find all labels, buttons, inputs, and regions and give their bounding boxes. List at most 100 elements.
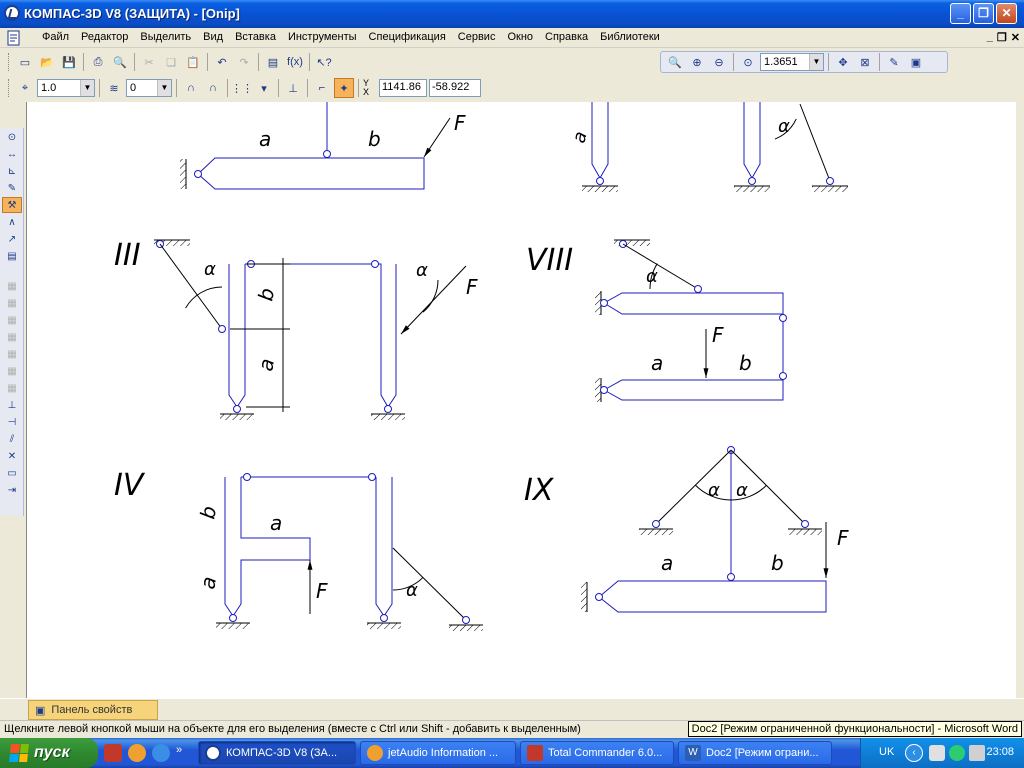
- mdi-minimize-button[interactable]: _: [987, 31, 993, 44]
- maximize-button[interactable]: ❐: [973, 3, 994, 24]
- column-IV-right[interactable]: [375, 477, 393, 617]
- strut-III[interactable]: [159, 243, 223, 330]
- horizontal-icon[interactable]: ⊣: [2, 414, 22, 430]
- clock[interactable]: 23:08: [986, 746, 1014, 758]
- hinge-strut-top-right[interactable]: [826, 177, 834, 185]
- paste-icon[interactable]: 📋: [183, 52, 203, 72]
- hinge-IV-crossbar-left[interactable]: [243, 473, 251, 481]
- zoom-in-icon[interactable]: ⊕: [687, 52, 707, 72]
- mdi-restore-button[interactable]: ❐: [997, 31, 1007, 44]
- chevron-down-icon[interactable]: ▼: [809, 54, 823, 70]
- support-hinge-top-left[interactable]: [194, 170, 202, 178]
- refresh-icon[interactable]: ✎: [884, 52, 904, 72]
- drawing-svg[interactable]: a bF αaIII α αFbaVIII αFa bIVαFabaIX α αFa b: [27, 102, 1016, 698]
- close-button[interactable]: ✕: [996, 3, 1017, 24]
- total-commander-quick-icon[interactable]: [104, 744, 122, 762]
- chevron-down-icon[interactable]: ▼: [157, 80, 171, 96]
- hinge-VIII-link-bot[interactable]: [779, 372, 787, 380]
- tool-icon[interactable]: ▦: [2, 380, 22, 396]
- column-top-right-2[interactable]: [743, 102, 761, 180]
- quick-launch-more[interactable]: »: [176, 744, 182, 762]
- menu-item-10[interactable]: Библиотеки: [594, 31, 666, 43]
- strut-VIII[interactable]: [622, 243, 699, 290]
- tool-icon[interactable]: ▦: [2, 363, 22, 379]
- task-jetaudio[interactable]: jetAudio Information ...: [360, 741, 516, 765]
- round-icon[interactable]: ✦: [334, 78, 354, 98]
- cut-icon[interactable]: ✂: [139, 52, 159, 72]
- parallel-icon[interactable]: ⫽: [2, 431, 22, 447]
- copy-icon[interactable]: ❏: [161, 52, 181, 72]
- equal-icon[interactable]: ▭: [2, 465, 22, 481]
- strut-top-right[interactable]: [799, 103, 831, 182]
- new-document-icon[interactable]: ▭: [15, 52, 35, 72]
- mdi-close-button[interactable]: ✕: [1011, 31, 1020, 44]
- help-pointer-icon[interactable]: ↖?: [314, 52, 334, 72]
- volume-icon[interactable]: [969, 745, 985, 761]
- pan-icon[interactable]: ✥: [833, 52, 853, 72]
- layer-combo[interactable]: 0 ▼: [126, 79, 172, 97]
- parametrization-icon[interactable]: ⚒: [2, 197, 22, 213]
- hinge-VIII-strut[interactable]: [694, 285, 702, 293]
- display-icon[interactable]: ▣: [906, 52, 926, 72]
- strut-IV[interactable]: [392, 547, 467, 621]
- print-icon[interactable]: ⎙: [88, 52, 108, 72]
- hinge-VIII-wall-bot[interactable]: [600, 386, 608, 394]
- merge-icon[interactable]: ⇥: [2, 482, 22, 498]
- editing-icon[interactable]: ✎: [2, 180, 22, 196]
- hinge-IV-right[interactable]: [380, 614, 388, 622]
- menu-item-3[interactable]: Вид: [197, 31, 229, 43]
- layers-icon[interactable]: ≋: [104, 78, 124, 98]
- hinge-IV-crossbar-right[interactable]: [368, 473, 376, 481]
- beam-VIII-top[interactable]: [603, 292, 784, 315]
- menu-item-1[interactable]: Редактор: [75, 31, 134, 43]
- hinge-IX-rod[interactable]: [727, 573, 735, 581]
- jetaudio-quick-icon[interactable]: [128, 744, 146, 762]
- minimize-button[interactable]: _: [950, 3, 971, 24]
- show-all-icon[interactable]: ⊠: [855, 52, 875, 72]
- dimensions-icon[interactable]: ↔: [2, 146, 22, 162]
- language-indicator[interactable]: UK: [879, 746, 894, 758]
- coord-x-field[interactable]: 1141.86: [379, 79, 427, 97]
- undo-icon[interactable]: ↶: [212, 52, 232, 72]
- internet-explorer-icon[interactable]: [152, 744, 170, 762]
- menu-item-7[interactable]: Сервис: [452, 31, 502, 43]
- network-icon[interactable]: [929, 745, 945, 761]
- column-III-left[interactable]: [228, 264, 246, 408]
- tool-icon[interactable]: ▦: [2, 346, 22, 362]
- hinge-VIII-link-top[interactable]: [779, 314, 787, 322]
- manager-icon[interactable]: ▤: [263, 52, 283, 72]
- document-icon[interactable]: [6, 30, 22, 46]
- hinge-IX-right[interactable]: [801, 520, 809, 528]
- coord-y-field[interactable]: -58.922: [429, 79, 481, 97]
- print-preview-icon[interactable]: 🔍: [110, 52, 130, 72]
- tool-icon[interactable]: ▦: [2, 312, 22, 328]
- local-cs-icon[interactable]: ⊥: [283, 78, 303, 98]
- hinge-rod-top-left[interactable]: [323, 150, 331, 158]
- tool-icon[interactable]: ▦: [2, 278, 22, 294]
- geometry-icon[interactable]: ⊙: [2, 129, 22, 145]
- hinge-III-strut[interactable]: [218, 325, 226, 333]
- designations-icon[interactable]: ⊾: [2, 163, 22, 179]
- save-icon[interactable]: 💾: [59, 52, 79, 72]
- menu-item-8[interactable]: Окно: [501, 31, 539, 43]
- specification-icon[interactable]: ▤: [2, 248, 22, 264]
- hinge-IX-left[interactable]: [652, 520, 660, 528]
- chevron-down-icon[interactable]: ▼: [80, 80, 94, 96]
- magnet-snap-icon[interactable]: ∩: [181, 78, 201, 98]
- menu-item-2[interactable]: Выделить: [134, 31, 197, 43]
- hinge-VIII-wall-top[interactable]: [600, 299, 608, 307]
- variables-icon[interactable]: f(x): [285, 52, 305, 72]
- hinge-III-left[interactable]: [233, 405, 241, 413]
- column-top-right-1[interactable]: [591, 102, 609, 180]
- ortho-icon[interactable]: ⌐: [312, 78, 332, 98]
- task-kompas[interactable]: КОМПАС-3D V8 (ЗА...: [198, 741, 356, 765]
- task-total-commander[interactable]: Total Commander 6.0...: [520, 741, 674, 765]
- chevron-down-icon[interactable]: ▾: [254, 78, 274, 98]
- show-hidden-icons-icon[interactable]: ‹: [905, 744, 923, 762]
- hinge-IV-strut[interactable]: [462, 616, 470, 624]
- magnet-local-icon[interactable]: ∩: [203, 78, 223, 98]
- measure-icon[interactable]: ∧: [2, 214, 22, 230]
- hinge-III-right[interactable]: [384, 405, 392, 413]
- hinge-III-crossbar-right[interactable]: [371, 260, 379, 268]
- snap-point-icon[interactable]: ⌖: [15, 78, 35, 98]
